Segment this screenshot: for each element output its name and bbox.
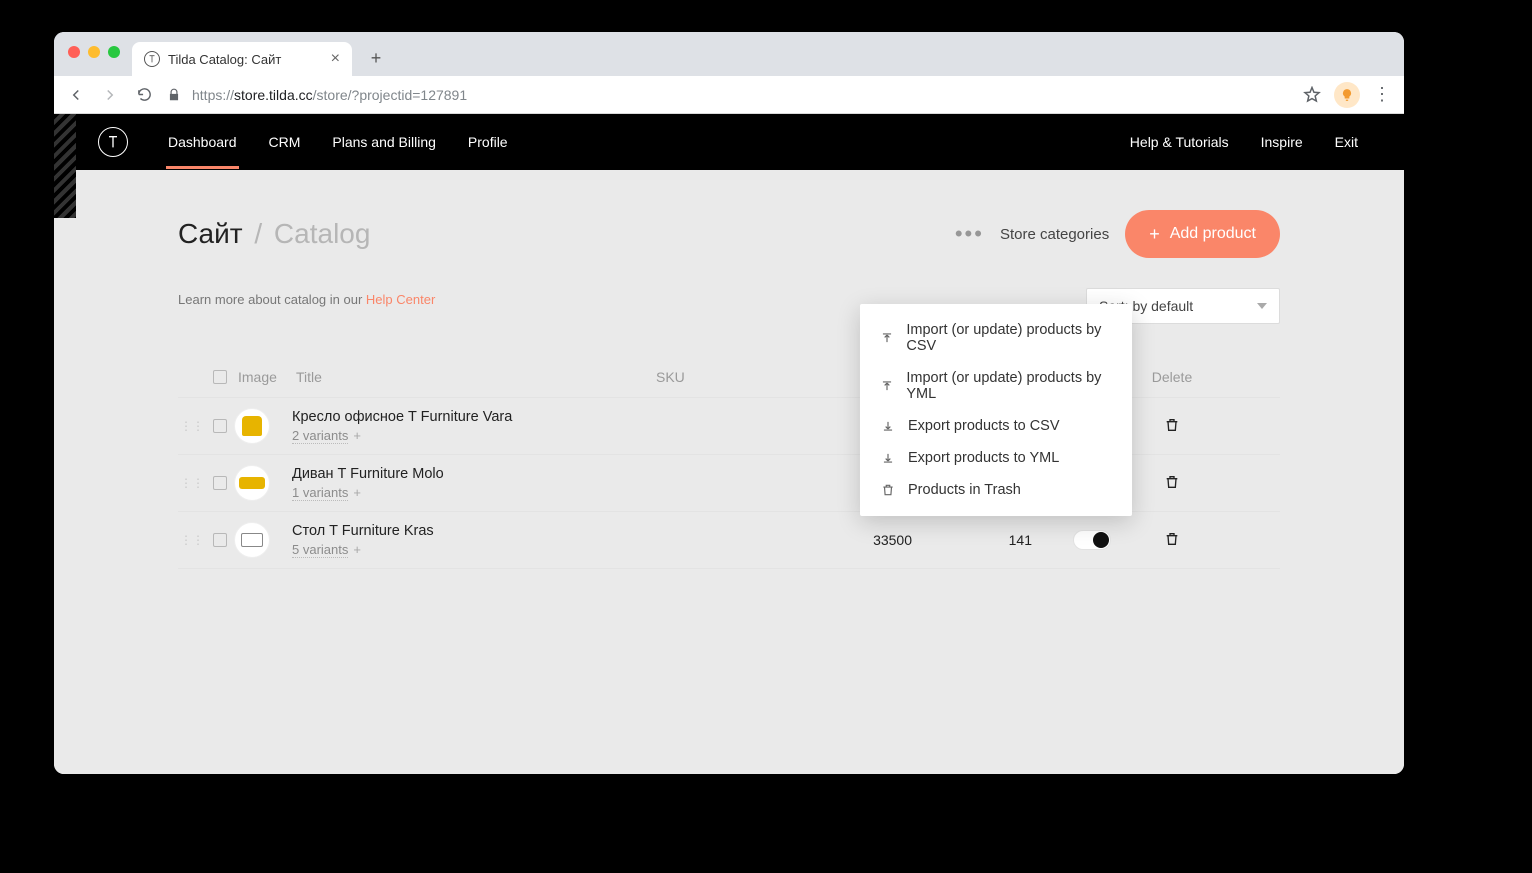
url-path: /store/?projectid=127891 (313, 87, 468, 103)
product-title[interactable]: Кресло офисное T Furniture Vara (292, 409, 652, 425)
actions-dropdown: Import (or update) products by CSV Import… (860, 304, 1132, 516)
product-title[interactable]: Диван T Furniture Molo (292, 466, 652, 482)
window-close[interactable] (68, 46, 80, 58)
trash-icon (880, 482, 896, 498)
new-tab-button[interactable]: + (362, 44, 390, 72)
menu-item-label: Products in Trash (908, 482, 1021, 498)
menu-item-label: Import (or update) products by YML (906, 370, 1112, 402)
add-product-button[interactable]: + Add product (1125, 210, 1280, 258)
download-icon (880, 450, 896, 466)
product-thumb[interactable] (234, 408, 270, 444)
url-field[interactable]: https://store.tilda.cc/store/?projectid=… (192, 87, 1290, 103)
breadcrumb: Сайт / Catalog (178, 218, 370, 250)
nav-profile[interactable]: Profile (466, 134, 510, 150)
add-variant-icon[interactable]: + (353, 428, 361, 443)
col-sku: SKU (652, 369, 802, 385)
drag-handle-icon[interactable]: ⋮⋮ (178, 419, 206, 433)
more-menu-icon[interactable]: ••• (955, 221, 984, 247)
window-maximize[interactable] (108, 46, 120, 58)
nav-dashboard[interactable]: Dashboard (166, 134, 239, 150)
product-qty: 141 (932, 532, 1052, 548)
product-variants-link[interactable]: 5 variants (292, 542, 348, 558)
nav-back-icon[interactable] (64, 83, 88, 107)
logo-icon[interactable] (98, 127, 128, 157)
add-variant-icon[interactable]: + (353, 485, 361, 500)
product-variants-link[interactable]: 2 variants (292, 428, 348, 444)
menu-item-label: Export products to CSV (908, 418, 1060, 434)
nav-exit[interactable]: Exit (1333, 134, 1360, 150)
browser-tab[interactable]: Tilda Catalog: Сайт × (132, 42, 352, 76)
extension-icon[interactable] (1334, 82, 1360, 108)
tab-favicon (144, 51, 160, 67)
tab-close-icon[interactable]: × (331, 51, 340, 67)
menu-item[interactable]: Export products to CSV (860, 410, 1132, 442)
nav-reload-icon[interactable] (132, 83, 156, 107)
nav-crm[interactable]: CRM (267, 134, 303, 150)
drag-handle-icon[interactable]: ⋮⋮ (178, 533, 206, 547)
breadcrumb-sep: / (254, 218, 262, 249)
row-checkbox[interactable] (213, 533, 227, 547)
window-minimize[interactable] (88, 46, 100, 58)
menu-item-label: Import (or update) products by CSV (906, 322, 1112, 354)
breadcrumb-root[interactable]: Сайт (178, 218, 243, 249)
menu-item[interactable]: Import (or update) products by CSV (860, 314, 1132, 362)
add-product-label: Add product (1170, 225, 1256, 243)
browser-window: Tilda Catalog: Сайт × + https://store.ti… (54, 32, 1404, 774)
side-ribbon (54, 114, 76, 218)
top-nav: Dashboard CRM Plans and Billing Profile … (54, 114, 1404, 170)
menu-item[interactable]: Import (or update) products by YML (860, 362, 1132, 410)
breadcrumb-cur: Catalog (274, 218, 371, 249)
nav-help[interactable]: Help & Tutorials (1128, 134, 1231, 150)
upload-icon (880, 330, 894, 346)
delete-button[interactable] (1132, 531, 1212, 550)
menu-item-label: Export products to YML (908, 450, 1059, 466)
menu-item[interactable]: Products in Trash (860, 474, 1132, 506)
row-checkbox[interactable] (213, 476, 227, 490)
col-image: Image (234, 369, 292, 385)
nav-forward-icon[interactable] (98, 83, 122, 107)
window-controls (68, 46, 120, 58)
plus-icon: + (1149, 225, 1160, 243)
col-checkbox (206, 370, 234, 384)
upload-icon (880, 378, 894, 394)
download-icon (880, 418, 896, 434)
col-delete: Delete (1132, 369, 1212, 385)
product-variants-link[interactable]: 1 variants (292, 485, 348, 501)
tab-title: Tilda Catalog: Сайт (168, 52, 281, 67)
nav-inspire[interactable]: Inspire (1259, 134, 1305, 150)
table-row: ⋮⋮ Стол T Furniture Kras 5 variants +335001… (178, 512, 1280, 569)
col-title: Title (292, 369, 652, 385)
address-bar: https://store.tilda.cc/store/?projectid=… (54, 76, 1404, 114)
menu-item[interactable]: Export products to YML (860, 442, 1132, 474)
page-header: Сайт / Catalog ••• Store categories + Ad… (54, 170, 1404, 268)
app-root: Dashboard CRM Plans and Billing Profile … (54, 114, 1404, 774)
lock-icon[interactable] (166, 87, 182, 103)
browser-menu-icon[interactable]: ⋮ (1370, 83, 1394, 107)
product-price: 33500 (802, 532, 932, 548)
add-variant-icon[interactable]: + (353, 542, 361, 557)
nav-plans-billing[interactable]: Plans and Billing (330, 134, 438, 150)
select-all-checkbox[interactable] (213, 370, 227, 384)
delete-button[interactable] (1132, 417, 1212, 436)
bookmark-star-icon[interactable] (1300, 83, 1324, 107)
product-thumb[interactable] (234, 522, 270, 558)
url-protocol: https:// (192, 87, 234, 103)
row-checkbox[interactable] (213, 419, 227, 433)
delete-button[interactable] (1132, 474, 1212, 493)
store-categories-link[interactable]: Store categories (1000, 226, 1109, 243)
help-center-link[interactable]: Help Center (366, 292, 435, 307)
tab-strip: Tilda Catalog: Сайт × + (54, 32, 1404, 76)
product-title[interactable]: Стол T Furniture Kras (292, 523, 652, 539)
view-toggle[interactable] (1073, 530, 1111, 550)
content-area: Learn more about catalog in our Help Cen… (54, 268, 1404, 609)
url-host: store.tilda.cc (234, 87, 313, 103)
drag-handle-icon[interactable]: ⋮⋮ (178, 476, 206, 490)
help-text: Learn more about catalog in our (178, 292, 366, 307)
product-thumb[interactable] (234, 465, 270, 501)
